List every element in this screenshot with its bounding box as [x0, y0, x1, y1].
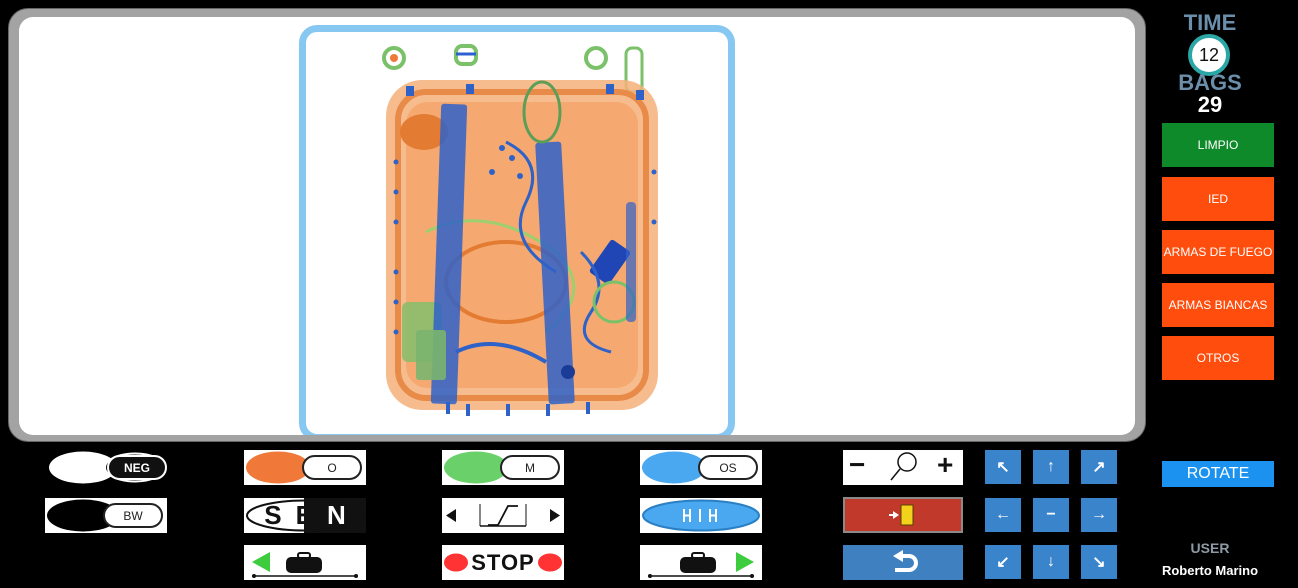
- os-label: OS: [698, 455, 758, 480]
- metal-filter-button[interactable]: M: [442, 450, 564, 485]
- belt-forward-button[interactable]: [640, 545, 762, 580]
- bw-filter-button[interactable]: BW: [45, 498, 167, 533]
- exit-door-icon: [889, 504, 914, 526]
- arrow-down-icon: ↓: [1047, 553, 1055, 570]
- xray-viewer: [19, 17, 1135, 435]
- xray-bag-image[interactable]: [299, 25, 735, 435]
- bags-label: BAGS: [1178, 70, 1242, 95]
- otros-button[interactable]: OTROS: [1162, 336, 1274, 380]
- os-filter-button[interactable]: OS: [640, 450, 762, 485]
- ied-button[interactable]: IED: [1162, 177, 1274, 221]
- exit-button[interactable]: [843, 497, 963, 533]
- pan-down-left-button[interactable]: ↙: [985, 545, 1021, 579]
- minus-icon: −: [1046, 506, 1056, 523]
- rotate-button[interactable]: ROTATE: [1162, 461, 1274, 487]
- time-label: TIME: [1183, 10, 1237, 35]
- xray-bag-scan: [382, 44, 658, 416]
- magnifier-icon: [890, 452, 917, 481]
- contrast-slider-button[interactable]: [442, 498, 564, 533]
- hi-filter-icon: [642, 499, 760, 532]
- stop-label: STOP: [471, 549, 535, 575]
- pan-right-button[interactable]: →: [1081, 498, 1117, 532]
- bags-count: 29: [1197, 92, 1223, 117]
- user-name: Roberto Marino: [1161, 563, 1259, 578]
- organic-label: O: [302, 455, 362, 480]
- stop-belt-button[interactable]: STOP: [442, 545, 564, 580]
- xray-viewer-frame: [8, 8, 1146, 442]
- arrow-left-icon: ←: [995, 506, 1011, 523]
- undo-button[interactable]: [843, 545, 963, 580]
- arrow-down-right-icon: ↘: [1092, 554, 1106, 571]
- belt-backward-button[interactable]: [244, 545, 366, 580]
- zoom-in-button[interactable]: +: [937, 449, 953, 481]
- belt-forward-icon: [648, 552, 754, 578]
- metal-label: M: [500, 455, 560, 480]
- timer-value: 12: [1198, 44, 1220, 65]
- pan-left-button[interactable]: ←: [985, 498, 1021, 532]
- user-label: USER: [1190, 540, 1230, 556]
- pan-up-left-button[interactable]: ↖: [985, 450, 1021, 484]
- zoom-control[interactable]: − +: [843, 449, 963, 485]
- armas-de-fuego-button[interactable]: ARMAS DE FUEGO: [1162, 230, 1274, 274]
- bw-label: BW: [103, 503, 163, 528]
- organic-filter-button[interactable]: O: [244, 450, 366, 485]
- belt-backward-icon: [252, 552, 358, 578]
- neg-label: NEG: [107, 455, 167, 480]
- arrow-up-right-icon: ↗: [1092, 459, 1106, 476]
- pan-up-button[interactable]: ↑: [1033, 450, 1069, 484]
- arrow-up-left-icon: ↖: [996, 459, 1010, 476]
- neg-filter-button[interactable]: NEG: [45, 450, 167, 485]
- contrast-slider-icon: [446, 504, 560, 527]
- limpio-button[interactable]: LIMPIO: [1162, 123, 1274, 167]
- pan-up-right-button[interactable]: ↗: [1081, 450, 1117, 484]
- undo-arrow-icon: [893, 550, 918, 572]
- hi-filter-button[interactable]: [640, 498, 762, 533]
- armas-biancas-button[interactable]: ARMAS BIANCAS: [1162, 283, 1274, 327]
- arrow-right-icon: →: [1091, 506, 1107, 523]
- zoom-out-button[interactable]: −: [849, 449, 865, 481]
- pan-center-button[interactable]: −: [1033, 498, 1069, 532]
- arrow-down-left-icon: ↙: [996, 554, 1010, 571]
- pan-down-right-button[interactable]: ↘: [1081, 545, 1117, 579]
- sen-label: SEN: [264, 500, 360, 530]
- pan-down-button[interactable]: ↓: [1033, 545, 1069, 579]
- sen-filter-button[interactable]: SEN: [244, 498, 366, 533]
- arrow-up-icon: ↑: [1047, 458, 1055, 475]
